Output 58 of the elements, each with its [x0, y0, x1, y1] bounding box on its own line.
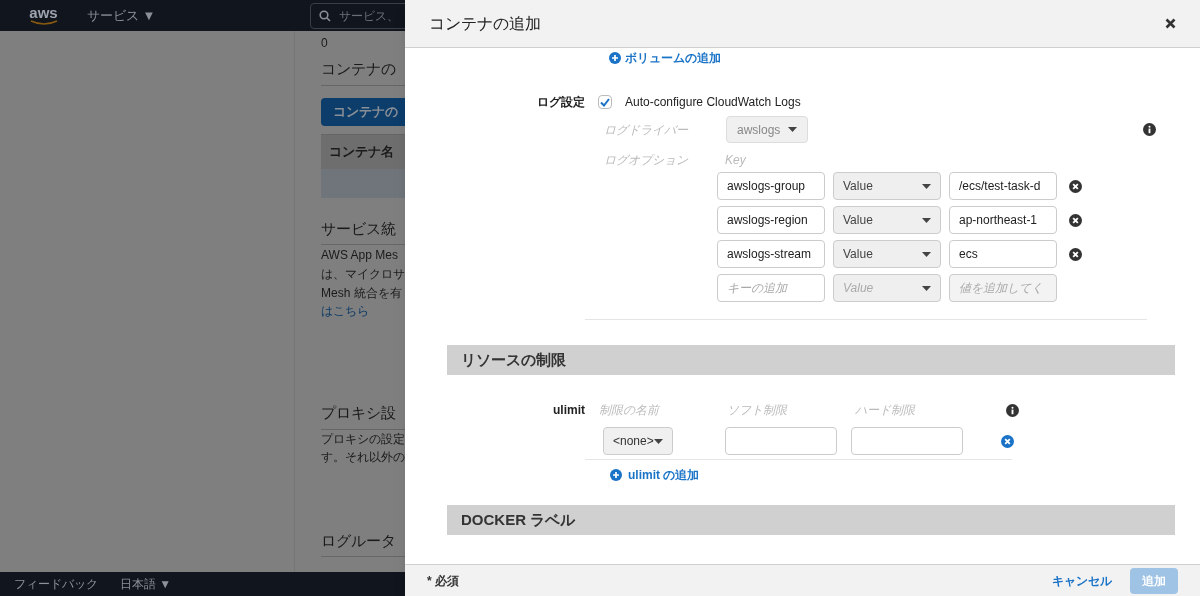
smile-icon [28, 19, 59, 26]
value-type-select[interactable]: Value [833, 206, 941, 234]
caret-icon [922, 285, 931, 291]
key-field[interactable]: awslogs-group [717, 172, 825, 200]
value-field[interactable]: /ecs/test-task-d [949, 172, 1057, 200]
hard-limit-field[interactable] [850, 427, 963, 455]
search-icon [319, 9, 332, 22]
info-icon [1143, 123, 1156, 136]
key-field[interactable]: awslogs-stream [717, 240, 825, 268]
column-header: ハード制限 [855, 402, 917, 419]
key-field[interactable]: awslogs-region [717, 206, 825, 234]
services-menu[interactable]: サービス ▼ [87, 5, 156, 26]
key-field[interactable]: キーの追加 [717, 274, 825, 302]
field-label: ログドライバー [604, 121, 689, 139]
column-header: Key [725, 152, 746, 169]
required-note: * 必須 [427, 572, 459, 590]
close-icon[interactable] [1165, 18, 1176, 29]
section-header: リソースの制限 [447, 345, 1175, 375]
caret-icon [922, 217, 931, 223]
info-icon [1006, 403, 1019, 417]
table-header: コンテナ名 [328, 142, 395, 161]
checkbox-label: Auto-configure CloudWatch Logs [625, 94, 801, 111]
field-label: ログオプション [604, 152, 689, 169]
remove-icon[interactable] [1069, 213, 1082, 227]
checkbox[interactable] [598, 95, 612, 109]
description-text: プロキシの設定 [321, 430, 405, 448]
cancel-link[interactable]: キャンセル [1052, 571, 1112, 590]
value-field[interactable]: ecs [949, 240, 1057, 268]
value-type-select[interactable]: Value [833, 240, 941, 268]
remove-icon[interactable] [1069, 247, 1082, 261]
value-field[interactable]: ap-northeast-1 [949, 206, 1057, 234]
field-label: ulimit [552, 402, 585, 419]
plus-circle-icon [609, 52, 621, 64]
caret-icon [653, 438, 663, 444]
description-text: Mesh 統合を有 [321, 285, 403, 302]
column-header: 制限の名前 [599, 402, 662, 419]
modal-title: コンテナの追加 [429, 13, 541, 34]
description-text: AWS App Mes [321, 247, 399, 264]
column-header: ソフト制限 [727, 402, 789, 419]
caret-icon [922, 183, 931, 189]
section-header: DOCKER ラベル [447, 505, 1175, 535]
caret-icon [922, 251, 931, 257]
field-label: ログ設定 [536, 94, 585, 111]
feedback-link[interactable]: フィードバック [14, 575, 98, 593]
language-menu[interactable]: 日本語 ▼ [120, 575, 172, 593]
description-text: は、マイクロサ [321, 266, 405, 283]
soft-limit-field[interactable] [724, 427, 837, 455]
count-text: 0 [321, 35, 329, 52]
plus-circle-icon [610, 469, 622, 481]
description-text: す。それ以外の [321, 448, 405, 466]
value-field[interactable]: 値を追加してく [949, 274, 1057, 302]
caret-icon [788, 127, 798, 132]
add-volume-link[interactable]: ボリュームの追加 [625, 49, 721, 67]
logo[interactable]: aws [29, 5, 58, 20]
limit-name-select[interactable]: <none> [603, 427, 673, 455]
remove-icon[interactable] [1069, 179, 1082, 193]
add-ulimit-link[interactable]: ulimit の追加 [628, 466, 700, 484]
value-type-select[interactable]: Value [833, 172, 941, 200]
